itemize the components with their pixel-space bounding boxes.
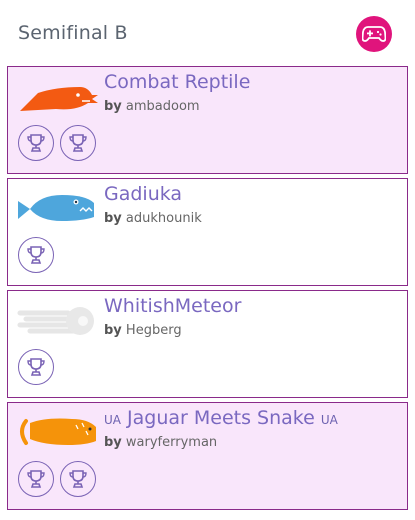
reptile-bot-icon	[20, 87, 98, 111]
trophy-icon	[18, 125, 54, 161]
bot-owner[interactable]: by waryferryman	[104, 435, 217, 450]
bracket-entry[interactable]: UA Jaguar Meets Snake UA by waryferryman	[7, 402, 408, 510]
by-label: by	[104, 323, 122, 338]
owner-name[interactable]: ambadoom	[126, 99, 200, 114]
bracket-entry[interactable]: Gadiuka by adukhounik	[7, 178, 408, 286]
by-label: by	[104, 435, 122, 450]
trophy-row	[18, 461, 96, 497]
bracket-entry[interactable]: WhitishMeteor by Hegberg	[7, 290, 408, 398]
trophy-row	[18, 125, 96, 161]
bot-name-text[interactable]: Jaguar Meets Snake	[127, 407, 315, 429]
by-label: by	[104, 99, 122, 114]
trophy-icon	[18, 461, 54, 497]
bot-name[interactable]: UA Jaguar Meets Snake UA	[104, 407, 338, 429]
bot-owner[interactable]: by Hegberg	[104, 323, 182, 338]
trophy-row	[18, 237, 54, 273]
trophy-icon	[60, 125, 96, 161]
bot-name[interactable]: Combat Reptile	[104, 71, 250, 93]
bot-owner[interactable]: by adukhounik	[104, 211, 202, 226]
gamepad-icon	[362, 26, 386, 42]
bot-owner[interactable]: by ambadoom	[104, 99, 200, 114]
page-title: Semifinal B	[18, 22, 128, 44]
owner-name[interactable]: adukhounik	[126, 211, 202, 226]
bot-name[interactable]: WhitishMeteor	[104, 295, 241, 317]
jaguar-bot-icon	[20, 418, 96, 445]
trophy-icon	[18, 349, 54, 385]
owner-name[interactable]: waryferryman	[126, 435, 217, 450]
page-header: Semifinal B	[0, 0, 415, 64]
country-flag: UA	[104, 413, 121, 427]
trophy-icon	[18, 237, 54, 273]
gamepad-button[interactable]	[356, 16, 392, 52]
meteor-bot-icon	[17, 307, 94, 335]
trophy-icon	[60, 461, 96, 497]
bracket-entry[interactable]: Combat Reptile by ambadoom	[7, 66, 408, 174]
fish-bot-icon	[18, 195, 94, 221]
by-label: by	[104, 211, 122, 226]
owner-name[interactable]: Hegberg	[126, 323, 182, 338]
trophy-row	[18, 349, 54, 385]
bot-name[interactable]: Gadiuka	[104, 183, 182, 205]
country-flag: UA	[320, 413, 338, 427]
